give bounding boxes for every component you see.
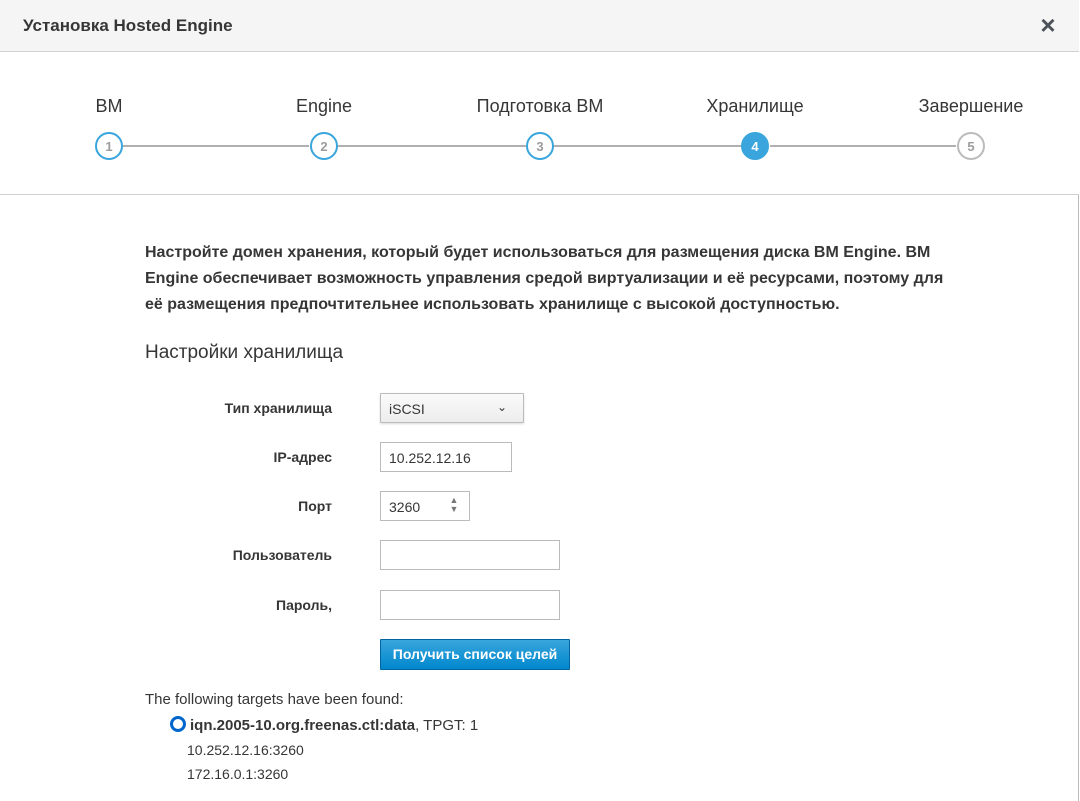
intro-block: Настройте домен хранения, который будет … [145, 240, 965, 318]
step-number-badge: 5 [957, 132, 985, 160]
wizard-step-1[interactable]: ВМ 1 [9, 52, 209, 195]
step-number-badge: 3 [526, 132, 554, 160]
port-value: 3260 [389, 499, 421, 515]
step-label: Хранилище [706, 96, 804, 116]
ip-address-input[interactable]: 10.252.12.16 [380, 442, 512, 472]
password-label: Пароль, [276, 597, 332, 613]
step-label: ВМ [95, 96, 123, 116]
wizard-step-2[interactable]: Engine 2 [224, 52, 424, 195]
step-number-badge: 4 [741, 132, 769, 160]
section-title: Настройки хранилища [145, 342, 344, 363]
chevron-down-icon: ⌄ [496, 400, 507, 414]
step-label: Подготовка ВМ [476, 96, 604, 116]
target-radio[interactable] [170, 716, 186, 732]
target-portal: 172.16.0.1:3260 [187, 766, 289, 782]
targets-found-text: The following targets have been found: [145, 691, 404, 708]
step-number-badge: 1 [95, 132, 123, 160]
intro-text: Настройте домен хранения, который будет … [145, 244, 944, 313]
target-name: iqn.2005-10.org.freenas.ctl:data [190, 717, 416, 734]
spinner-arrows-icon[interactable]: ▲ ▼ [447, 496, 461, 516]
target-portal: 10.252.12.16:3260 [187, 742, 304, 758]
username-label: Пользователь [232, 547, 332, 563]
dialog-title: Установка Hosted Engine [23, 16, 233, 35]
step-number-badge: 2 [310, 132, 338, 160]
port-label: Порт [298, 498, 332, 514]
username-input[interactable] [380, 540, 560, 570]
dialog-header: Установка Hosted Engine × [0, 0, 1079, 52]
storage-type-label: Тип хранилища [224, 400, 332, 416]
step-label: Завершение [918, 96, 1024, 116]
close-icon[interactable]: × [1037, 12, 1059, 38]
target-tpgt: , TPGT: 1 [415, 717, 479, 734]
target-item[interactable]: iqn.2005-10.org.freenas.ctl:data, TPGT: … [190, 717, 478, 734]
password-input[interactable] [380, 590, 560, 620]
wizard-step-4[interactable]: Хранилище 4 [655, 52, 855, 195]
wizard-step-5[interactable]: Завершение 5 [871, 52, 1071, 195]
ip-address-label: IP-адрес [273, 449, 332, 465]
hosted-engine-setup-dialog: Установка Hosted Engine × ВМ 1 Engine 2 … [0, 0, 1079, 801]
step-label: Engine [295, 96, 353, 116]
retrieve-targets-button[interactable]: Получить список целей [380, 639, 570, 670]
wizard-steps: ВМ 1 Engine 2 Подготовка ВМ 3 Хранилище … [0, 52, 1079, 195]
wizard-step-3[interactable]: Подготовка ВМ 3 [440, 52, 640, 195]
port-stepper[interactable]: 3260 ▲ ▼ [380, 491, 470, 521]
storage-type-value: iSCSI [389, 401, 425, 417]
storage-type-select[interactable]: iSCSI ⌄ [380, 393, 524, 423]
